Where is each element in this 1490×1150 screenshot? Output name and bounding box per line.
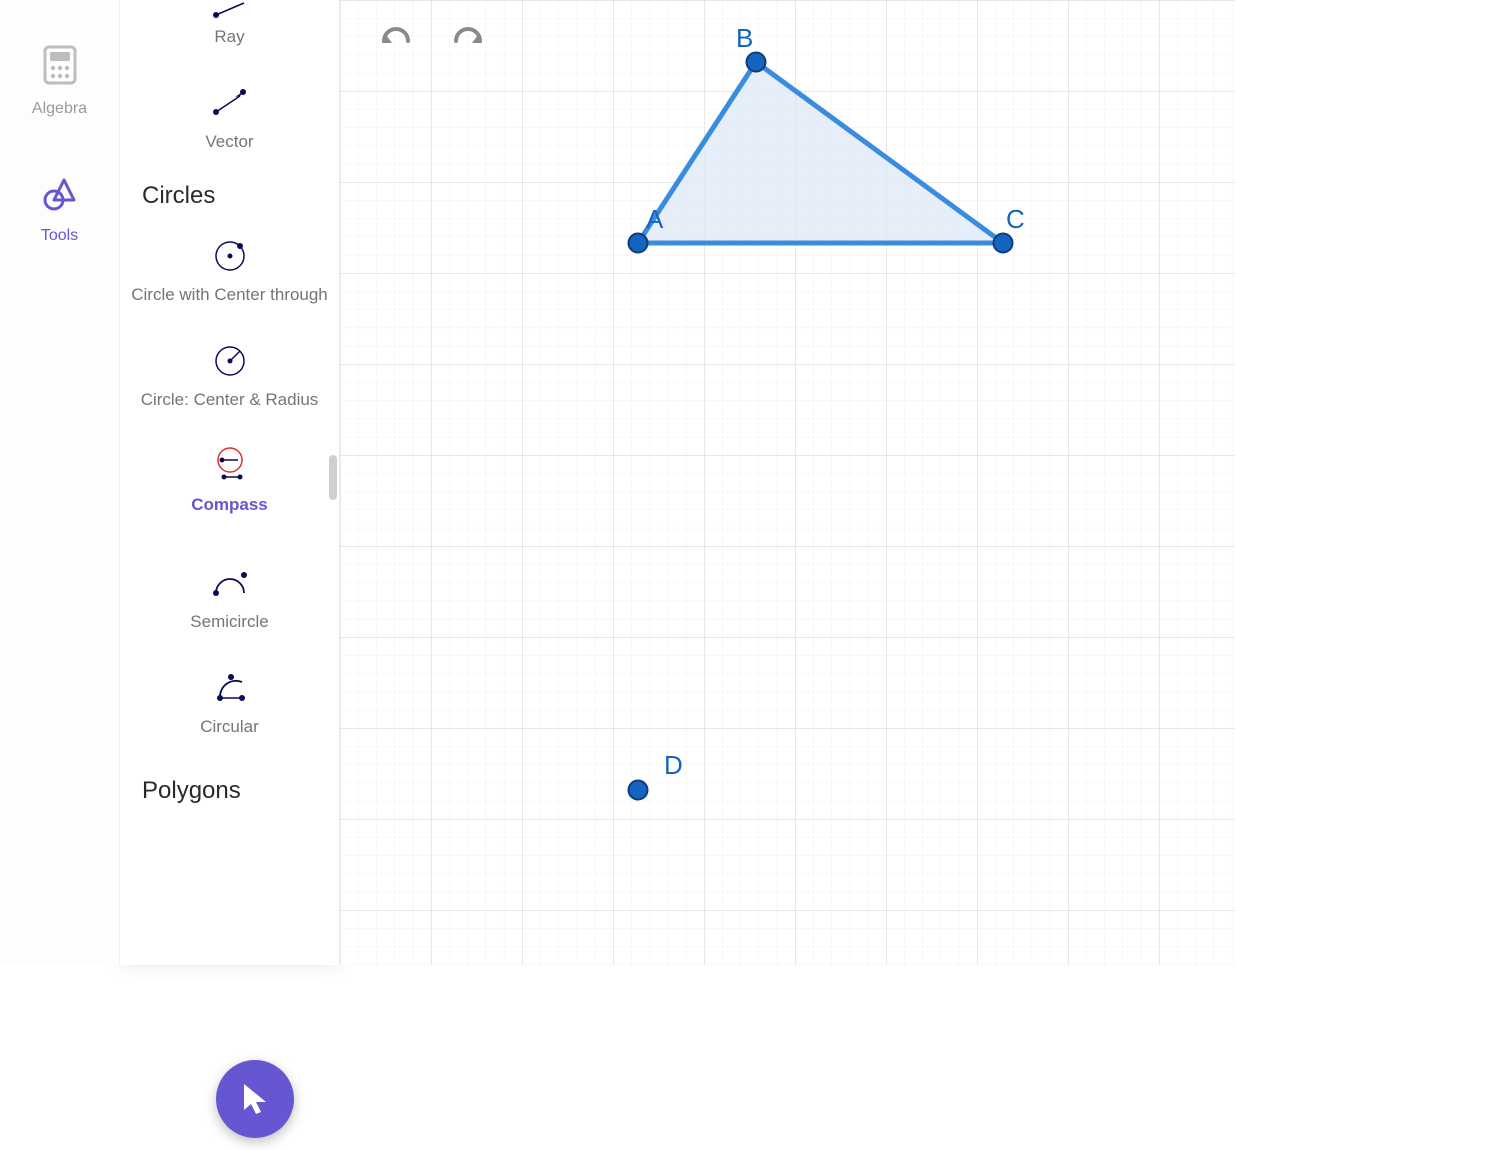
tool-label: Ray xyxy=(214,26,244,49)
compass-icon xyxy=(208,444,252,488)
circular-arc-icon xyxy=(208,666,252,710)
tool-group-header-circles: Circles xyxy=(120,172,339,220)
redo-icon xyxy=(452,25,484,51)
tool-panel: Ray Vector Circles xyxy=(120,0,340,965)
tool-label: Compass xyxy=(191,494,268,517)
tool-ray[interactable]: Ray xyxy=(120,0,339,67)
sidebar-tab-label: Tools xyxy=(41,227,78,245)
redo-button[interactable] xyxy=(452,25,484,51)
tool-label: Semicircle xyxy=(190,611,268,634)
move-tool-fab[interactable] xyxy=(216,1060,294,1138)
tool-label: Circular xyxy=(200,716,259,739)
tool-label: Vector xyxy=(205,131,253,154)
point-label: A xyxy=(646,204,664,234)
circle-center-radius-icon xyxy=(208,339,252,383)
history-controls xyxy=(380,25,484,51)
tool-circle-center-through[interactable]: Circle with Center through xyxy=(120,220,339,325)
tool-semicircle[interactable]: Semicircle xyxy=(120,535,339,652)
tool-group-header-polygons: Polygons xyxy=(120,757,339,815)
vector-icon xyxy=(208,81,252,125)
pointer-icon xyxy=(240,1082,270,1116)
grid-canvas[interactable]: A B C D xyxy=(340,0,1235,965)
semicircle-icon xyxy=(208,561,252,605)
graphics-view[interactable]: A B C D xyxy=(340,0,1235,965)
tool-compass[interactable]: Compass xyxy=(120,430,339,535)
tool-circle-center-radius[interactable]: Circle: Center & Radius xyxy=(120,325,339,430)
undo-button[interactable] xyxy=(380,25,412,51)
sidebar-tab-label: Algebra xyxy=(32,100,87,118)
circle-center-through-icon xyxy=(208,234,252,278)
point-label: C xyxy=(1006,204,1025,234)
tool-circular-arc[interactable]: Circular xyxy=(120,652,339,757)
tools-icon xyxy=(41,178,77,217)
point-label: D xyxy=(664,750,683,780)
tool-label: Circle with Center through xyxy=(131,284,328,307)
view-sidebar: Algebra Tools xyxy=(0,0,120,965)
sidebar-tab-tools[interactable]: Tools xyxy=(41,178,78,245)
undo-icon xyxy=(380,25,412,51)
tool-vector[interactable]: Vector xyxy=(120,67,339,172)
ray-icon xyxy=(208,0,252,20)
tool-panel-scrollbar[interactable] xyxy=(329,455,337,500)
sidebar-tab-algebra[interactable]: Algebra xyxy=(32,45,87,118)
tool-label: Circle: Center & Radius xyxy=(141,389,319,412)
calculator-icon xyxy=(42,45,78,90)
point-label: B xyxy=(736,23,753,53)
